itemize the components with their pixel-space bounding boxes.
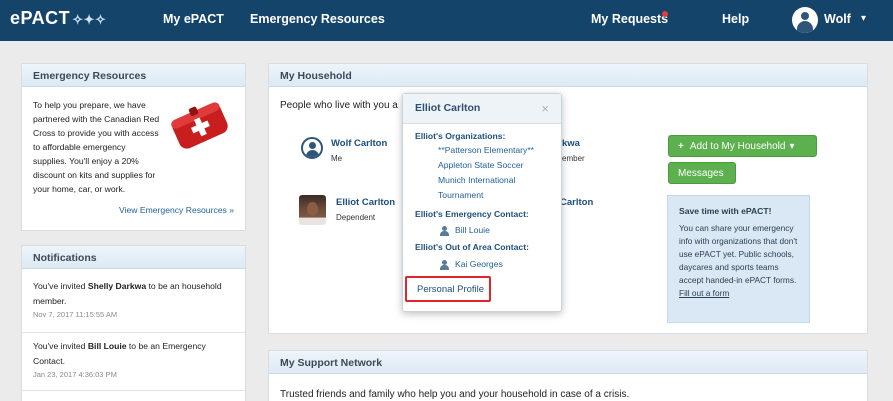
nav-my-epact[interactable]: My ePACT bbox=[163, 12, 224, 26]
add-to-household-button[interactable]: + Add to My Household ▾ bbox=[668, 135, 817, 157]
support-network-text: Trusted friends and family who help you … bbox=[280, 389, 630, 400]
member-name-partial[interactable]: Carlton bbox=[560, 197, 593, 208]
user-avatar-icon[interactable] bbox=[792, 7, 818, 33]
household-intro-text: People who live with you a bbox=[280, 100, 398, 111]
out-of-area-contact-link[interactable]: Kai Georges bbox=[455, 259, 503, 269]
save-time-tip: Save time with ePACT! You can share your… bbox=[667, 195, 810, 323]
invitee-name: Bill Louie bbox=[87, 341, 127, 351]
panel-title: My Household bbox=[269, 64, 867, 87]
notifications-panel: Notifications You've invited Shelly Dark… bbox=[21, 245, 246, 401]
out-of-area-label: Elliot's Out of Area Contact: bbox=[415, 242, 529, 252]
popover-title: Elliot Carlton bbox=[415, 102, 481, 114]
panel-title: Notifications bbox=[22, 246, 245, 269]
organization-link[interactable]: Munich International bbox=[438, 173, 515, 188]
view-emergency-resources-link[interactable]: View Emergency Resources » bbox=[119, 205, 234, 215]
member-photo[interactable] bbox=[299, 195, 326, 225]
my-household-panel: My Household People who live with you a … bbox=[268, 63, 868, 334]
plus-icon: + bbox=[678, 141, 684, 152]
fill-out-form-link[interactable]: Fill out a form bbox=[679, 288, 729, 298]
stars-icon: ✧✦✧ bbox=[72, 12, 107, 27]
notification-dot bbox=[662, 11, 668, 17]
chevron-down-icon[interactable]: ▾ bbox=[861, 13, 866, 24]
tip-text: You can share your emergency info with o… bbox=[679, 223, 798, 285]
emergency-resources-text: To help you prepare, we have partnered w… bbox=[33, 100, 160, 194]
panel-title: Emergency Resources bbox=[22, 64, 245, 87]
member-role: ember bbox=[562, 154, 585, 163]
top-navbar: ePACT ✧✦✧ My ePACT Emergency Resources My… bbox=[0, 0, 893, 41]
organization-link[interactable]: Tournament bbox=[438, 188, 483, 203]
notification-time: Nov 7, 2017 11:15:55 AM bbox=[33, 310, 118, 319]
organizations-label: Elliot's Organizations: bbox=[415, 131, 506, 141]
invitee-name: Shelly Darkwa bbox=[87, 281, 147, 291]
member-name-partial[interactable]: kwa bbox=[562, 138, 580, 149]
first-aid-kit-icon bbox=[171, 102, 228, 149]
person-icon bbox=[440, 260, 449, 270]
personal-profile-button[interactable]: Personal Profile bbox=[405, 276, 491, 302]
messages-button[interactable]: Messages bbox=[668, 162, 736, 184]
person-icon bbox=[440, 226, 449, 236]
user-menu-name[interactable]: Wolf bbox=[824, 12, 851, 26]
nav-help[interactable]: Help bbox=[722, 12, 749, 26]
member-role: Me bbox=[331, 154, 343, 163]
organization-link[interactable]: **Patterson Elementary** bbox=[438, 143, 534, 158]
member-role: Dependent bbox=[336, 213, 376, 222]
chevron-down-icon: ▾ bbox=[789, 141, 795, 152]
member-avatar-icon[interactable] bbox=[301, 137, 323, 159]
emergency-resources-panel: Emergency Resources To help you prepare,… bbox=[21, 63, 246, 231]
notification-item[interactable]: You've invited Shelly Darkwa to be an ho… bbox=[22, 279, 245, 333]
epact-logo[interactable]: ePACT ✧✦✧ bbox=[10, 8, 106, 29]
panel-title: My Support Network bbox=[269, 351, 867, 374]
organization-link[interactable]: Appleton State Soccer bbox=[438, 158, 524, 173]
notification-time: Jan 23, 2017 4:36:03 PM bbox=[33, 370, 117, 379]
tip-title: Save time with ePACT! bbox=[679, 206, 772, 216]
close-icon[interactable]: × bbox=[541, 101, 549, 116]
nav-emergency-resources[interactable]: Emergency Resources bbox=[250, 12, 385, 26]
emergency-contact-link[interactable]: Bill Louie bbox=[455, 225, 490, 235]
member-name-wolf[interactable]: Wolf Carlton bbox=[331, 138, 387, 149]
nav-my-requests[interactable]: My Requests bbox=[591, 12, 668, 26]
member-name-elliot[interactable]: Elliot Carlton bbox=[336, 197, 395, 208]
support-network-panel: My Support Network Trusted friends and f… bbox=[268, 350, 868, 401]
member-popover: Elliot Carlton × Elliot's Organizations:… bbox=[402, 93, 562, 312]
notification-item[interactable]: You've invited Bill Louie to be an Emerg… bbox=[22, 339, 245, 391]
emergency-contact-label: Elliot's Emergency Contact: bbox=[415, 209, 529, 219]
